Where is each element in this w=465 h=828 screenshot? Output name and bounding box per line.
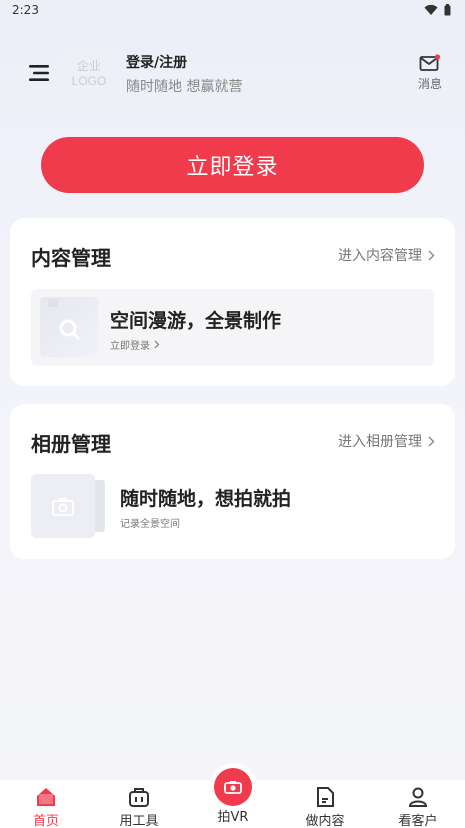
camera-icon <box>224 781 242 794</box>
content-management-title: 内容管理 <box>31 246 111 270</box>
messages-button[interactable]: 消息 <box>415 54 445 92</box>
space-tour-item[interactable]: 空间漫游，全景制作 立即登录 <box>31 289 434 366</box>
album-management-card: 相册管理 进入相册管理 随时随地，想拍就拍 记录全景空间 <box>10 404 455 559</box>
home-icon <box>37 788 55 806</box>
menu-icon[interactable] <box>28 62 50 84</box>
logo-text-line1: 企业 <box>76 59 101 73</box>
chevron-right-icon <box>154 340 160 349</box>
status-bar: 2:23 <box>0 0 465 22</box>
login-register-link[interactable]: 登录/注册 <box>126 52 187 72</box>
enter-album-management-link[interactable]: 进入相册管理 <box>338 431 435 451</box>
album-item-subtitle: 记录全景空间 <box>120 519 180 530</box>
enter-album-management-label: 进入相册管理 <box>338 434 422 450</box>
status-icons <box>424 4 451 16</box>
album-management-title: 相册管理 <box>31 432 111 456</box>
space-tour-login-label: 立即登录 <box>110 341 150 352</box>
chevron-right-icon <box>428 250 435 260</box>
tab-make-content-label: 做内容 <box>305 814 345 828</box>
search-icon <box>48 299 80 340</box>
wifi-icon <box>424 4 438 15</box>
tab-view-clients[interactable]: 看客户 <box>388 786 448 828</box>
tab-home[interactable]: 首页 <box>16 786 76 828</box>
mail-icon <box>419 54 441 71</box>
enter-content-management-label: 进入内容管理 <box>338 248 422 264</box>
tab-tools-label: 用工具 <box>119 814 159 828</box>
toolbox-icon <box>129 788 149 807</box>
chevron-right-icon <box>428 436 435 446</box>
album-thumbnail[interactable] <box>31 474 107 538</box>
slogan-text: 随时随地 想赢就营 <box>126 79 243 95</box>
space-tour-title: 空间漫游，全景制作 <box>110 310 282 332</box>
content-management-card: 内容管理 进入内容管理 空间漫游，全景制作 立即登录 <box>10 218 455 386</box>
enter-content-management-link[interactable]: 进入内容管理 <box>338 245 435 265</box>
header: 企业 LOGO 登录/注册 随时随地 想赢就营 消息 <box>0 40 465 110</box>
tab-view-clients-label: 看客户 <box>398 814 438 828</box>
space-tour-thumbnail <box>40 297 98 357</box>
company-logo[interactable]: 企业 LOGO <box>62 47 116 101</box>
person-icon <box>408 787 428 807</box>
logo-text-line2: LOGO <box>71 74 107 88</box>
tab-home-label: 首页 <box>32 814 59 828</box>
space-tour-login-link[interactable]: 立即登录 <box>110 337 160 352</box>
login-now-button[interactable]: 立即登录 <box>41 137 424 193</box>
tab-tools[interactable]: 用工具 <box>109 786 169 828</box>
document-icon <box>317 787 334 807</box>
tab-make-content[interactable]: 做内容 <box>295 786 355 828</box>
shoot-vr-button[interactable] <box>209 763 257 811</box>
status-time: 2:23 <box>12 3 39 17</box>
album-item-title: 随时随地，想拍就拍 <box>120 488 292 510</box>
messages-label: 消息 <box>417 77 442 91</box>
battery-icon <box>444 4 451 16</box>
